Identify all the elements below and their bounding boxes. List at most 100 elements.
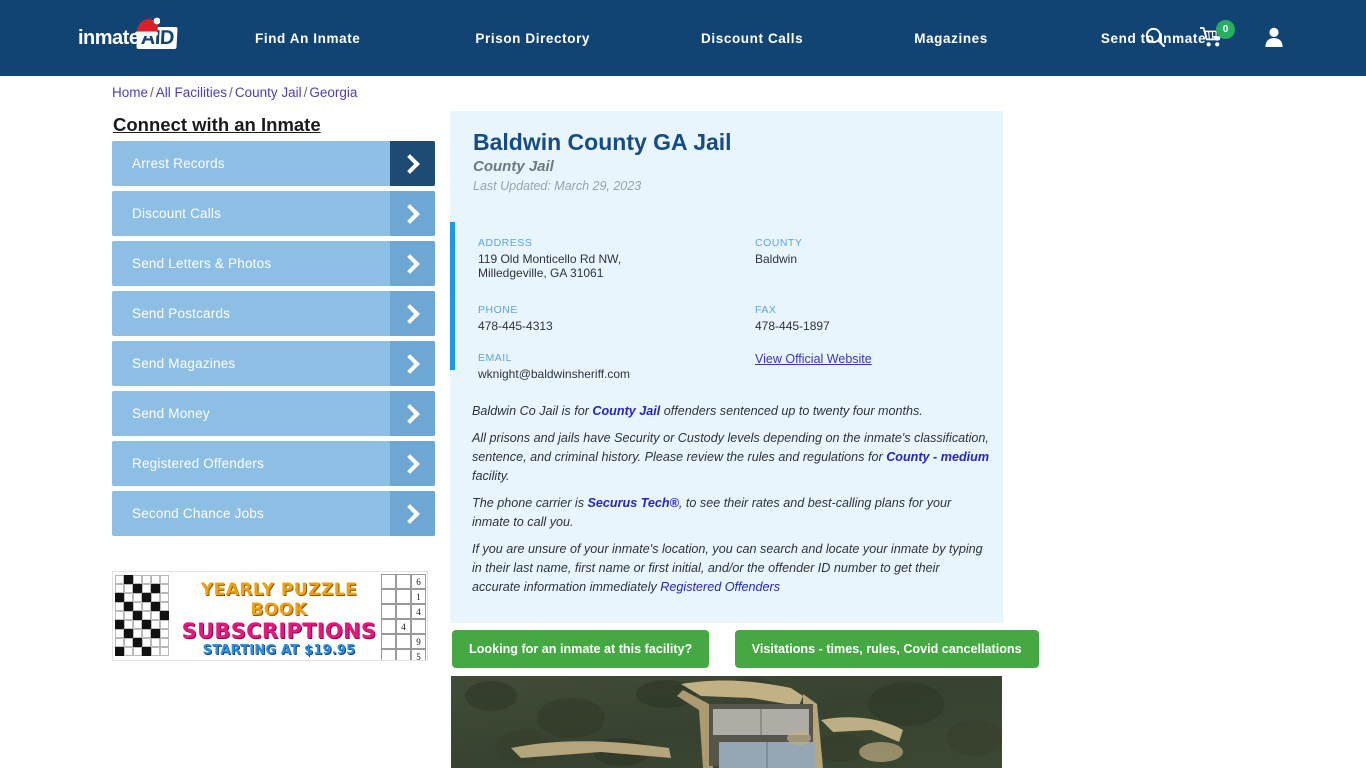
crossword-cell bbox=[160, 593, 169, 602]
address-label: ADDRESS bbox=[478, 237, 533, 249]
sudoku-cell-filled: 5 bbox=[411, 649, 426, 660]
sidebar-item-label: Second Chance Jobs bbox=[132, 506, 264, 521]
sidebar-item-label: Arrest Records bbox=[132, 156, 225, 171]
sidebar-item-send-money[interactable]: Send Money bbox=[112, 391, 435, 436]
sudoku-cell-filled: 6 bbox=[411, 574, 426, 589]
crossword-cell bbox=[124, 575, 133, 584]
crossword-cell bbox=[115, 584, 124, 593]
crossword-cell bbox=[151, 647, 160, 656]
breadcrumb-item-county-jail[interactable]: County Jail bbox=[235, 85, 302, 100]
crossword-cell bbox=[160, 647, 169, 656]
main-navigation: Find An Inmate Prison Directory Discount… bbox=[255, 0, 1223, 76]
description-paragraph-2: All prisons and jails have Security or C… bbox=[472, 429, 990, 486]
county-jail-link[interactable]: County Jail bbox=[592, 404, 660, 418]
crossword-cell bbox=[124, 629, 133, 638]
nav-item-prison-directory[interactable]: Prison Directory bbox=[475, 31, 590, 46]
facility-type: County Jail bbox=[473, 158, 554, 175]
nav-item-discount-calls[interactable]: Discount Calls bbox=[701, 31, 803, 46]
crossword-cell bbox=[142, 584, 151, 593]
crossword-cell bbox=[115, 638, 124, 647]
sidebar-item-second-chance-jobs[interactable]: Second Chance Jobs bbox=[112, 491, 435, 536]
sidebar-item-label: Send Magazines bbox=[132, 356, 236, 371]
breadcrumb-item-georgia[interactable]: Georgia bbox=[309, 85, 357, 100]
crossword-cell bbox=[115, 602, 124, 611]
crossword-cell bbox=[151, 593, 160, 602]
sidebar-item-discount-calls[interactable]: Discount Calls bbox=[112, 191, 435, 236]
phone-value: 478-445-4313 bbox=[478, 319, 553, 333]
crossword-cell bbox=[142, 602, 151, 611]
registered-offenders-link[interactable]: Registered Offenders bbox=[660, 580, 780, 594]
crossword-cell bbox=[124, 620, 133, 629]
find-inmate-at-facility-button[interactable]: Looking for an inmate at this facility? bbox=[452, 630, 710, 668]
crossword-cell bbox=[115, 647, 124, 656]
securus-tech-link[interactable]: Securus Tech® bbox=[588, 496, 679, 510]
crossword-cell bbox=[160, 584, 169, 593]
crossword-cell bbox=[142, 638, 151, 647]
sidebar-item-send-magazines[interactable]: Send Magazines bbox=[112, 341, 435, 386]
crossword-cell bbox=[124, 584, 133, 593]
sidebar-item-registered-offenders[interactable]: Registered Offenders bbox=[112, 441, 435, 486]
sudoku-cell bbox=[396, 634, 411, 649]
puzzle-book-ad-banner[interactable]: YEARLY PUZZLE BOOK SUBSCRIPTIONS STARTIN… bbox=[112, 571, 428, 661]
sidebar-item-label: Discount Calls bbox=[132, 206, 222, 221]
crossword-cell bbox=[133, 602, 142, 611]
breadcrumb: Home / All Facilities / County Jail / Georgia bbox=[112, 85, 357, 100]
nav-item-magazines[interactable]: Magazines bbox=[914, 31, 988, 46]
crossword-cell bbox=[133, 647, 142, 656]
crossword-cell bbox=[133, 620, 142, 629]
sudoku-cell bbox=[381, 634, 396, 649]
sidebar-item-send-postcards[interactable]: Send Postcards bbox=[112, 291, 435, 336]
search-icon[interactable] bbox=[1144, 26, 1166, 48]
crossword-cell bbox=[115, 611, 124, 620]
sudoku-cell bbox=[381, 604, 396, 619]
visitations-info-button[interactable]: Visitations - times, rules, Covid cancel… bbox=[734, 630, 1039, 668]
sudoku-cell bbox=[381, 589, 396, 604]
breadcrumb-item-home[interactable]: Home bbox=[112, 85, 148, 100]
nav-item-find-an-inmate[interactable]: Find An Inmate bbox=[255, 31, 360, 46]
sudoku-cell-filled: 9 bbox=[411, 634, 426, 649]
crossword-cell bbox=[142, 629, 151, 638]
crossword-cell bbox=[124, 593, 133, 602]
sudoku-cell bbox=[396, 604, 411, 619]
crossword-cell bbox=[160, 611, 169, 620]
crossword-cell bbox=[133, 611, 142, 620]
user-account-icon[interactable] bbox=[1264, 26, 1284, 48]
ad-price-line: STARTING AT $19.95 bbox=[202, 643, 356, 658]
crossword-cell bbox=[133, 575, 142, 584]
sidebar-menu: Arrest Records Discount Calls Send Lette… bbox=[112, 141, 435, 541]
sidebar-item-label: Send Money bbox=[132, 406, 210, 421]
crossword-cell bbox=[151, 611, 160, 620]
ad-text-block: YEARLY PUZZLE BOOK SUBSCRIPTIONS STARTIN… bbox=[175, 572, 383, 660]
description-paragraph-1: Baldwin Co Jail is for County Jail offen… bbox=[472, 402, 990, 421]
sidebar-item-arrest-records[interactable]: Arrest Records bbox=[112, 141, 435, 186]
view-official-website-link[interactable]: View Official Website bbox=[755, 352, 872, 366]
crossword-cell bbox=[124, 638, 133, 647]
paragraph-text: Baldwin Co Jail is for bbox=[472, 404, 593, 418]
breadcrumb-separator: / bbox=[229, 85, 233, 100]
crossword-cell bbox=[151, 575, 160, 584]
sidebar-item-send-letters-photos[interactable]: Send Letters & Photos bbox=[112, 241, 435, 286]
last-updated-text: Last Updated: March 29, 2023 bbox=[473, 179, 642, 193]
site-logo[interactable]: inmateAID bbox=[78, 17, 190, 56]
crossword-cell bbox=[133, 593, 142, 602]
sidebar-item-label: Send Letters & Photos bbox=[132, 256, 272, 271]
paragraph-text: offenders sentenced up to twenty four mo… bbox=[660, 404, 923, 418]
chevron-right-icon bbox=[390, 191, 435, 236]
sudoku-cell-filled: 4 bbox=[396, 619, 411, 634]
crossword-cell bbox=[115, 593, 124, 602]
breadcrumb-item-all-facilities[interactable]: All Facilities bbox=[156, 85, 227, 100]
ad-headline-1: YEARLY PUZZLE BOOK bbox=[200, 580, 358, 620]
address-value: 119 Old Monticello Rd NW, Milledgeville,… bbox=[478, 252, 622, 280]
sudoku-cell-filled: 1 bbox=[411, 589, 426, 604]
crossword-cell bbox=[142, 611, 151, 620]
county-medium-link[interactable]: County - medium bbox=[886, 450, 989, 464]
paragraph-text: The phone carrier is bbox=[472, 496, 588, 510]
county-label: COUNTY bbox=[755, 237, 803, 249]
paragraph-text: facility. bbox=[472, 469, 510, 483]
chevron-right-icon bbox=[390, 391, 435, 436]
phone-label: PHONE bbox=[478, 304, 518, 316]
crossword-cell bbox=[124, 602, 133, 611]
county-value: Baldwin bbox=[755, 252, 798, 266]
sudoku-cell bbox=[381, 619, 396, 634]
crossword-grid-graphic bbox=[113, 572, 175, 660]
